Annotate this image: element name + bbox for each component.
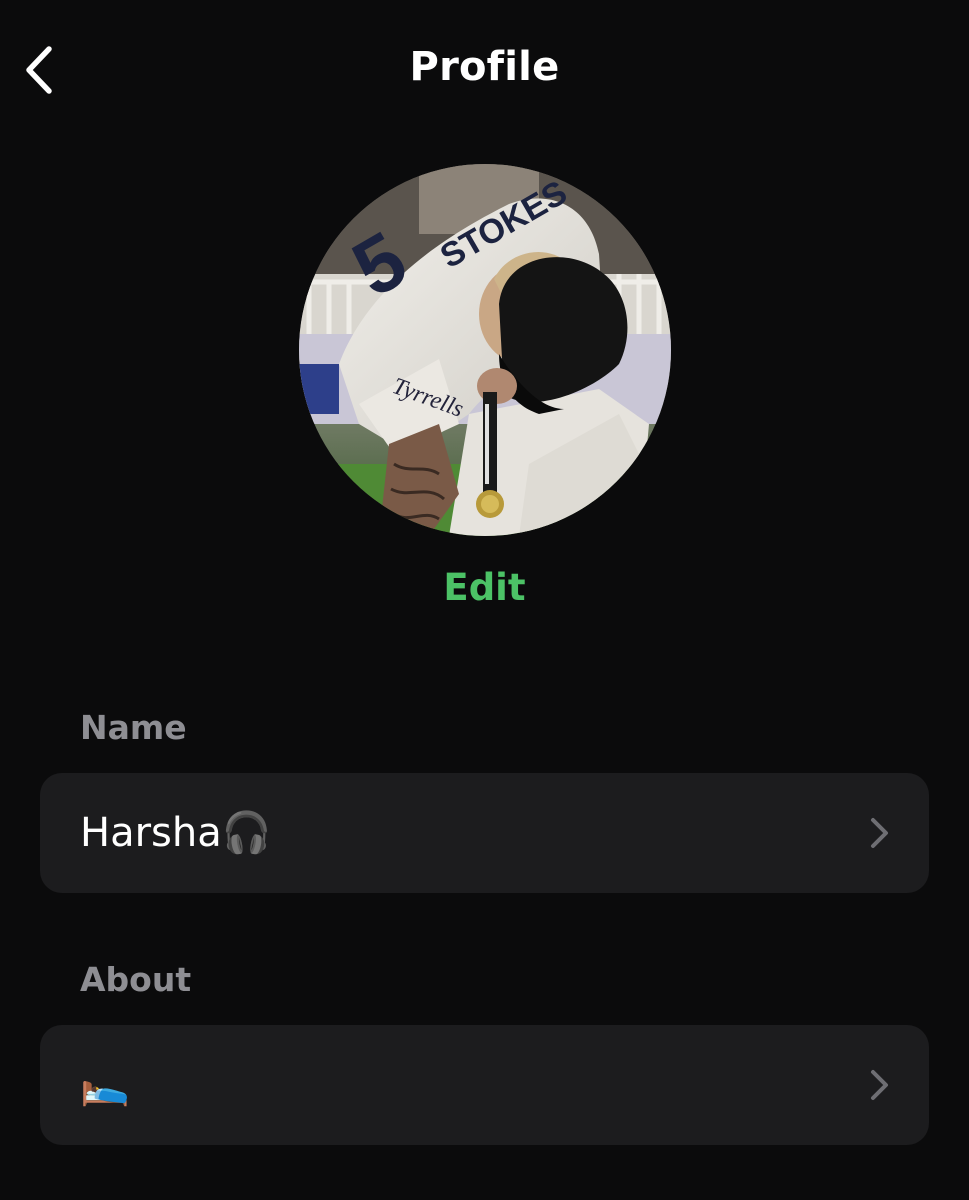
- about-value: 🛌: [80, 1062, 130, 1108]
- about-row[interactable]: 🛌: [40, 1025, 929, 1145]
- name-value: Harsha🎧: [80, 810, 272, 856]
- edit-photo-link[interactable]: Edit: [0, 566, 969, 609]
- chevron-right-icon: [871, 1070, 888, 1100]
- chevron-right-icon: [871, 818, 888, 848]
- profile-photo[interactable]: STOKES 5 Tyrrells: [299, 164, 671, 536]
- navigation-bar: Profile: [0, 0, 969, 140]
- about-section-label: About: [80, 960, 192, 999]
- name-section-label: Name: [80, 708, 187, 747]
- page-title: Profile: [409, 44, 560, 90]
- name-row[interactable]: Harsha🎧: [40, 773, 929, 893]
- profile-photo-image: STOKES 5 Tyrrells: [299, 164, 671, 536]
